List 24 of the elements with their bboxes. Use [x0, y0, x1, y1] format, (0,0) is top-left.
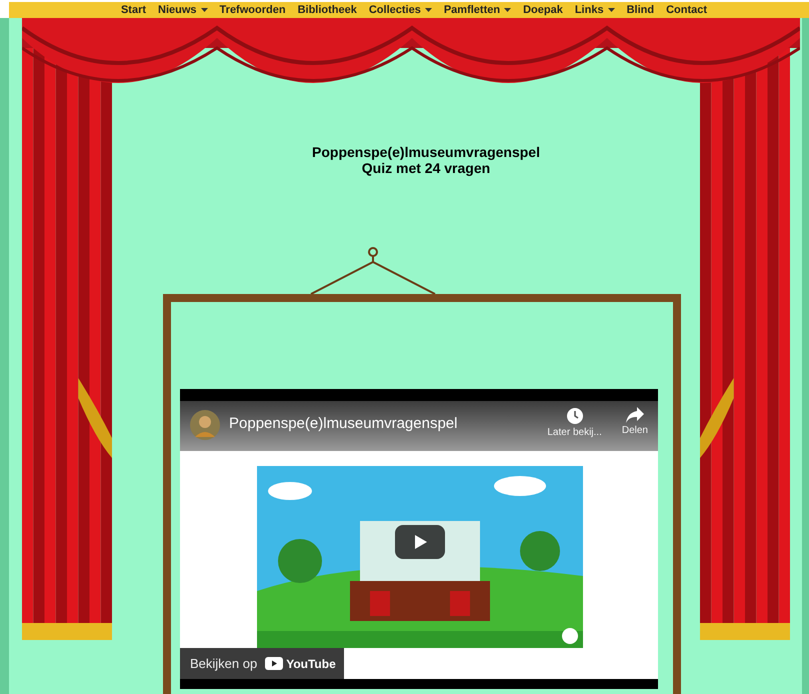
- nav-link[interactable]: Blind: [626, 2, 654, 18]
- video-action-button[interactable]: Later bekij...: [547, 407, 602, 440]
- nav-link[interactable]: Pamfletten: [444, 2, 512, 18]
- nav-link[interactable]: Links: [574, 2, 615, 18]
- play-logo-icon: [265, 657, 284, 670]
- play-icon[interactable]: [395, 525, 445, 559]
- video-action-button[interactable]: Delen: [622, 407, 648, 440]
- watch-on-youtube-link[interactable]: Bekijken op YouTube: [180, 648, 344, 679]
- brand-label: YouTube: [286, 656, 336, 672]
- channel-avatar: [190, 410, 220, 440]
- clock-icon: [566, 407, 584, 425]
- nav-link[interactable]: Doepak: [523, 2, 563, 18]
- nav-link[interactable]: Bibliotheek: [298, 2, 357, 18]
- video-title[interactable]: Poppenspe(e)lmuseumvragenspel: [229, 413, 458, 436]
- page-title: Poppenspe(e)lmuseumvragenspel: [312, 144, 540, 160]
- nav-link[interactable]: Nieuws: [158, 2, 208, 18]
- page-title: Quiz met 24 vragen: [362, 160, 490, 176]
- watch-on-label: Bekijken op: [190, 654, 258, 673]
- nav-link[interactable]: Collecties: [368, 2, 432, 18]
- video-player[interactable]: Poppenspe(e)lmuseumvragenspel Later bekij... Delen Bekijken op YouTube: [180, 389, 658, 689]
- share-icon: [626, 407, 644, 423]
- nav-link[interactable]: Trefwoorden: [220, 2, 286, 18]
- nav-link[interactable]: Start: [120, 2, 146, 18]
- nav-link[interactable]: Contact: [666, 2, 708, 18]
